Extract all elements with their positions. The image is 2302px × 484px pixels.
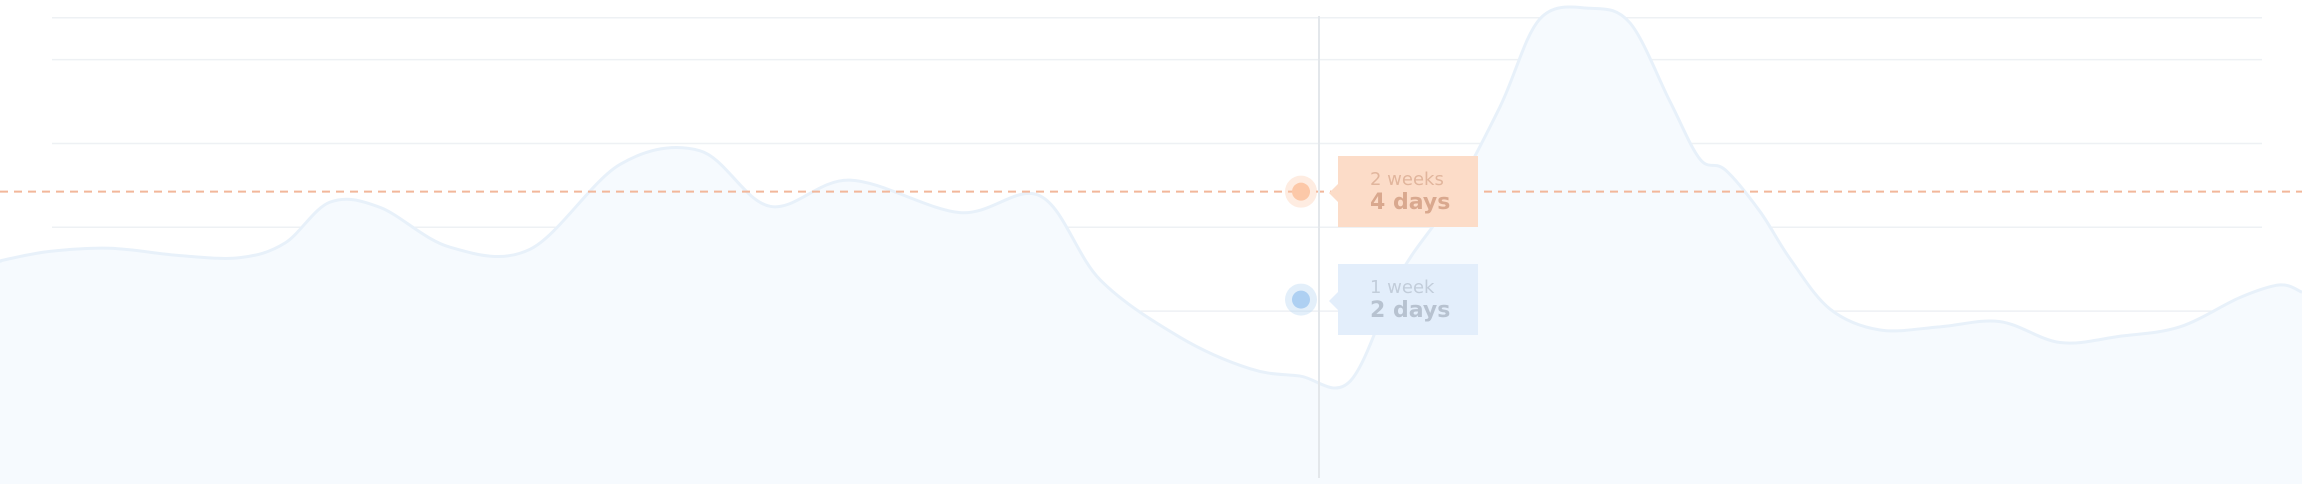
area-chart: 2 weeks 4 days 1 week 2 days bbox=[0, 0, 2302, 484]
tooltip-orange-line1: 2 weeks bbox=[1370, 168, 1444, 190]
tooltip-blue: 1 week 2 days bbox=[1329, 263, 1478, 335]
tooltip-caret bbox=[1329, 183, 1338, 202]
tooltip-blue-line2: 2 days bbox=[1370, 297, 1451, 323]
tooltip-orange: 2 weeks 4 days bbox=[1329, 155, 1478, 227]
tooltip-orange-line2: 4 days bbox=[1370, 189, 1451, 215]
tooltip-caret bbox=[1329, 291, 1338, 310]
chart-canvas bbox=[0, 5, 2302, 484]
series-area-fill bbox=[0, 6, 2302, 484]
orange-point bbox=[1292, 182, 1310, 201]
blue-point bbox=[1292, 290, 1310, 309]
tooltip-blue-line1: 1 week bbox=[1370, 276, 1435, 298]
series-area bbox=[0, 5, 2302, 484]
